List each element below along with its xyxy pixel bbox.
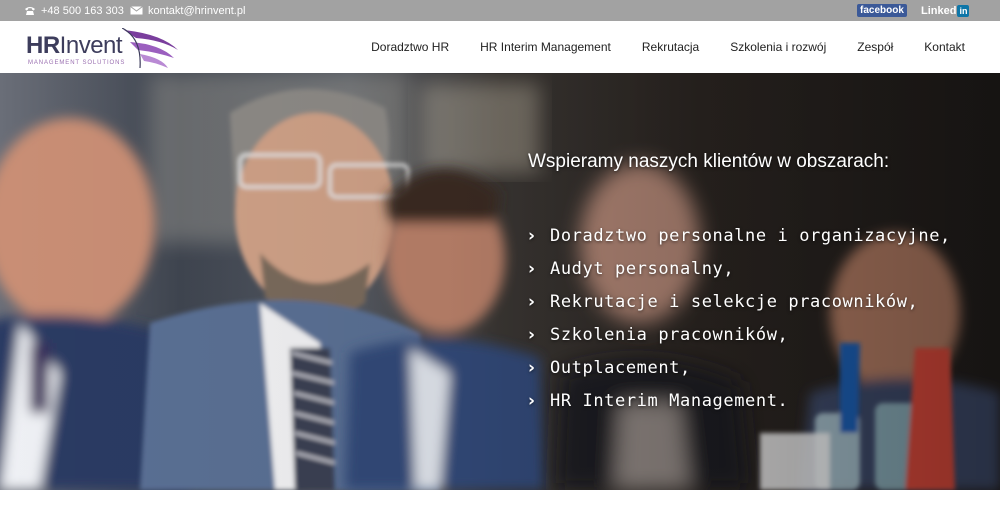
service-label: Rekrutacje i selekcje pracowników, [550,291,919,312]
facebook-link[interactable]: facebook [857,4,907,17]
site-header: HRInvent MANAGEMENT SOLUTIONS Doradztwo … [0,21,1000,73]
arrow-right-icon: › [528,390,536,411]
nav-item-rekrutacja[interactable]: Rekrutacja [642,40,699,54]
service-label: Outplacement, [550,357,691,378]
phone-contact[interactable]: +48 500 163 303 [24,0,124,21]
page-content-start [0,490,1000,527]
service-label: Audyt personalny, [550,258,735,279]
email-contact[interactable]: kontakt@hrinvent.pl [130,0,245,21]
linkedin-icon: in [957,4,970,17]
hero-banner: Wspieramy naszych klientów w obszarach: … [0,73,1000,490]
phone-number: +48 500 163 303 [41,4,124,17]
logo-name: Invent [59,32,123,59]
nav-item-szkolenia-i-rozwoj[interactable]: Szkolenia i rozwój [730,40,826,54]
services-list: › Doradztwo personalne i organizacyjne, ›… [528,219,951,417]
nav-item-kontakt[interactable]: Kontakt [924,40,965,54]
service-label: Szkolenia pracowników, [550,324,789,345]
logo-prefix: HR [26,32,60,59]
hero-heading: Wspieramy naszych klientów w obszarach: [528,151,890,172]
list-item: › HR Interim Management. [528,384,951,417]
site-logo[interactable]: HRInvent MANAGEMENT SOLUTIONS [26,26,186,70]
list-item: › Outplacement, [528,351,951,384]
arrow-right-icon: › [528,225,536,246]
main-navigation: Doradztwo HR HR Interim Management Rekru… [371,21,965,73]
logo-tagline: MANAGEMENT SOLUTIONS [28,60,126,66]
envelope-icon [130,6,143,15]
list-item: › Szkolenia pracowników, [528,318,951,351]
list-item: › Doradztwo personalne i organizacyjne, [528,219,951,252]
phone-icon [24,6,36,16]
arrow-right-icon: › [528,291,536,312]
email-address: kontakt@hrinvent.pl [148,4,246,17]
arrow-right-icon: › [528,357,536,378]
logo-swoosh-icon [121,27,182,75]
list-item: › Rekrutacje i selekcje pracowników, [528,285,951,318]
nav-item-hr-interim-management[interactable]: HR Interim Management [480,40,611,54]
nav-item-zespol[interactable]: Zespół [857,40,893,54]
logo-wordmark: HRInvent [26,32,123,60]
service-label: Doradztwo personalne i organizacyjne, [550,225,951,246]
linkedin-label: Linked [921,4,957,17]
arrow-right-icon: › [528,324,536,345]
top-contact-bar: +48 500 163 303 kontakt@hrinvent.pl face… [0,0,1000,21]
list-item: › Audyt personalny, [528,252,951,285]
service-label: HR Interim Management. [550,390,789,411]
arrow-right-icon: › [528,258,536,279]
nav-item-doradztwo-hr[interactable]: Doradztwo HR [371,40,449,54]
linkedin-link[interactable]: Linked in [921,4,970,17]
